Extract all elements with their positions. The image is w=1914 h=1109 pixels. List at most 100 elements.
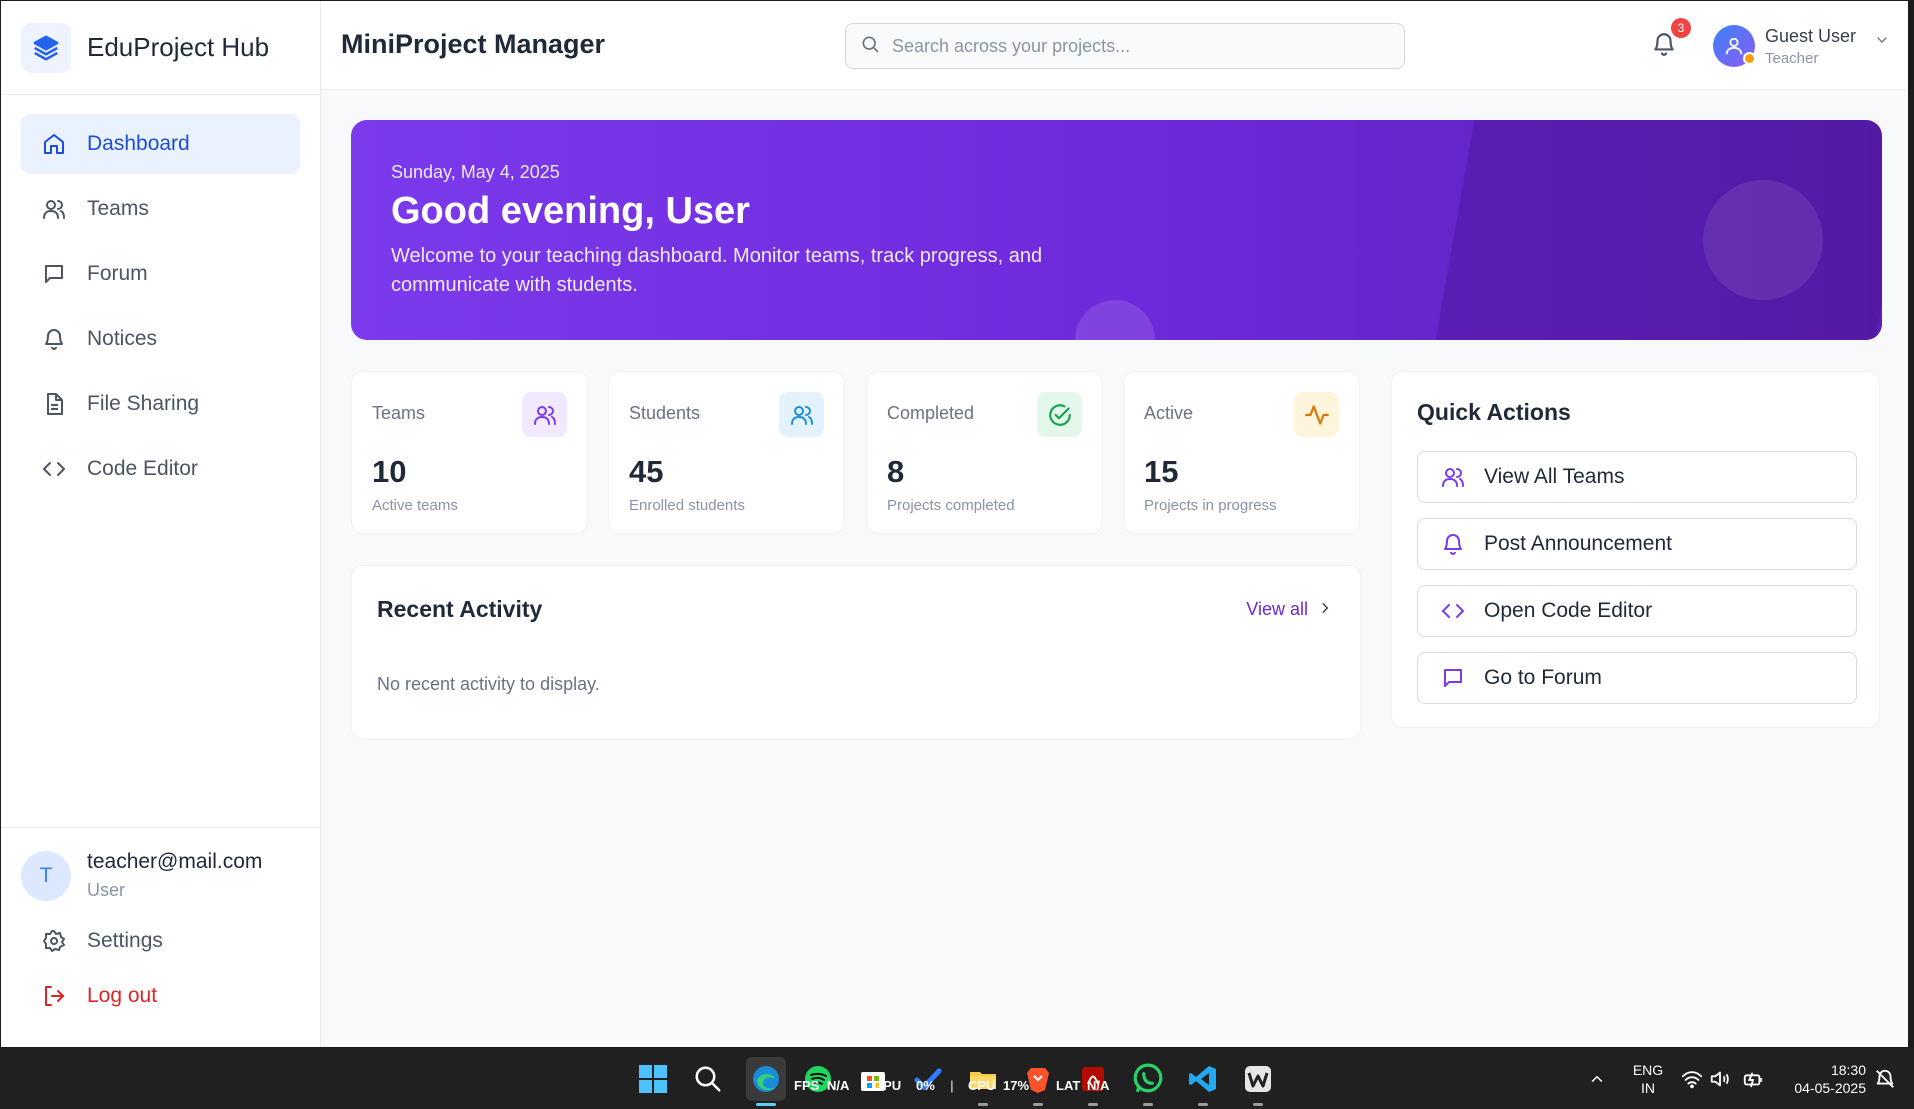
bell-icon bbox=[41, 326, 67, 352]
volume-icon[interactable] bbox=[1703, 1062, 1737, 1096]
sidebar-item-label: Code Editor bbox=[87, 457, 198, 480]
open-app-indicator bbox=[1033, 1103, 1043, 1106]
stat-value: 45 bbox=[629, 454, 664, 489]
clock[interactable]: 18:30 04-05-2025 bbox=[1776, 1061, 1866, 1097]
open-code-editor-button[interactable]: Open Code Editor bbox=[1417, 585, 1857, 637]
latency-label: LAT bbox=[1056, 1078, 1081, 1093]
view-all-teams-button[interactable]: View All Teams bbox=[1417, 451, 1857, 503]
sidebar-item-code-editor[interactable]: Code Editor bbox=[21, 439, 300, 499]
bell-icon bbox=[1440, 531, 1466, 557]
message-square-icon bbox=[1440, 665, 1466, 691]
sidebar-item-label: Teams bbox=[87, 197, 149, 220]
search-box[interactable] bbox=[845, 23, 1405, 69]
taskbar: FPS N/A GPU 0% | CPU 17% LAT N/A ENG IN … bbox=[0, 1048, 1914, 1109]
brand[interactable]: EduProject Hub bbox=[1, 1, 320, 95]
open-app-indicator bbox=[1143, 1103, 1153, 1106]
sidebar-item-teams[interactable]: Teams bbox=[21, 179, 300, 239]
stat-caption: Active teams bbox=[372, 497, 458, 514]
cpu-label: CPU bbox=[968, 1078, 996, 1093]
edge-browser-icon[interactable] bbox=[746, 1057, 786, 1101]
profile-menu[interactable]: Guest User Teacher bbox=[1713, 25, 1890, 67]
sidebar-item-file-sharing[interactable]: File Sharing bbox=[21, 374, 300, 434]
sidebar-item-forum[interactable]: Forum bbox=[21, 244, 300, 304]
sidebar-item-dashboard[interactable]: Dashboard bbox=[21, 114, 300, 174]
button-label: Post Announcement bbox=[1484, 532, 1672, 555]
sidebar-item-label: File Sharing bbox=[87, 392, 200, 415]
sidebar-footer: T teacher@mail.com User Settings Log out bbox=[1, 827, 320, 1047]
stat-label: Completed bbox=[887, 403, 975, 423]
home-icon bbox=[41, 131, 67, 157]
overlay-divider: | bbox=[950, 1078, 954, 1093]
search-icon[interactable] bbox=[691, 1062, 725, 1096]
search-input[interactable] bbox=[892, 35, 1372, 57]
open-app-indicator bbox=[1088, 1103, 1098, 1106]
recent-activity-card: Recent Activity View all No recent activ… bbox=[351, 565, 1361, 740]
settings-label: Settings bbox=[87, 929, 163, 952]
post-announcement-button[interactable]: Post Announcement bbox=[1417, 518, 1857, 570]
users-icon bbox=[41, 196, 67, 222]
sidebar: EduProject Hub Dashboard Teams Forum Not… bbox=[1, 1, 321, 1047]
gpu-label: GPU bbox=[873, 1078, 902, 1093]
welcome-banner: Sunday, May 4, 2025 Good evening, User W… bbox=[351, 120, 1882, 340]
language-code: ENG bbox=[1632, 1062, 1664, 1078]
message-square-icon bbox=[41, 261, 67, 287]
check-circle-icon bbox=[1037, 392, 1082, 437]
users-icon bbox=[522, 392, 567, 437]
stat-label: Active bbox=[1144, 403, 1194, 423]
chevron-up-icon[interactable] bbox=[1580, 1062, 1614, 1096]
brand-name: EduProject Hub bbox=[87, 32, 270, 62]
search-icon bbox=[860, 34, 880, 59]
user-role: User bbox=[87, 880, 126, 900]
code-icon bbox=[1440, 598, 1466, 624]
code-icon bbox=[41, 456, 67, 482]
go-to-forum-button[interactable]: Go to Forum bbox=[1417, 652, 1857, 704]
wps-office-icon[interactable] bbox=[1241, 1062, 1275, 1096]
whatsapp-icon[interactable] bbox=[1131, 1062, 1165, 1096]
region-code: IN bbox=[1641, 1080, 1655, 1096]
banner-greeting: Good evening, User bbox=[391, 190, 750, 232]
avatar: T bbox=[21, 850, 71, 901]
gpu-value: 0% bbox=[916, 1078, 935, 1093]
button-label: Go to Forum bbox=[1484, 666, 1602, 689]
user-email: teacher@mail.com bbox=[87, 850, 263, 873]
stat-label: Students bbox=[629, 403, 701, 423]
logout-icon bbox=[41, 983, 67, 1009]
windows-start-icon[interactable] bbox=[636, 1062, 670, 1096]
app-window: EduProject Hub Dashboard Teams Forum Not… bbox=[0, 0, 1914, 1048]
notification-center-icon[interactable] bbox=[1868, 1062, 1902, 1096]
file-icon bbox=[41, 391, 67, 417]
sidebar-item-label: Dashboard bbox=[87, 132, 190, 155]
stat-card-teams: Teams 10 Active teams bbox=[351, 371, 588, 534]
stat-caption: Projects in progress bbox=[1144, 497, 1277, 514]
sidebar-item-notices[interactable]: Notices bbox=[21, 309, 300, 369]
notification-count-badge: 3 bbox=[1671, 18, 1691, 38]
stat-caption: Enrolled students bbox=[629, 497, 745, 514]
open-app-indicator bbox=[1253, 1103, 1263, 1106]
page-title: MiniProject Manager bbox=[341, 29, 606, 59]
battery-charging-icon[interactable] bbox=[1736, 1062, 1770, 1096]
vscode-icon[interactable] bbox=[1186, 1062, 1220, 1096]
current-user: T teacher@mail.com User bbox=[21, 850, 300, 901]
clock-time: 18:30 bbox=[1830, 1062, 1866, 1078]
quick-actions-card: Quick Actions View All Teams Post Announ… bbox=[1391, 371, 1880, 728]
recent-activity-title: Recent Activity bbox=[377, 596, 543, 622]
status-dot bbox=[1743, 52, 1756, 65]
view-all-link[interactable]: View all bbox=[1246, 599, 1332, 620]
settings-link[interactable]: Settings bbox=[21, 921, 300, 961]
latency-value: N/A bbox=[1087, 1078, 1110, 1093]
stat-value: 8 bbox=[887, 454, 905, 489]
active-app-indicator bbox=[756, 1103, 776, 1106]
banner-circle bbox=[1075, 300, 1155, 340]
view-all-label: View all bbox=[1246, 599, 1308, 619]
layers-logo-icon bbox=[21, 22, 71, 73]
chevron-down-icon bbox=[1874, 32, 1890, 53]
users-icon bbox=[779, 392, 824, 437]
stat-value: 10 bbox=[372, 454, 407, 489]
language-indicator[interactable]: ENG IN bbox=[1628, 1061, 1668, 1097]
open-app-indicator bbox=[1198, 1103, 1208, 1106]
logout-button[interactable]: Log out bbox=[21, 976, 300, 1016]
chevron-right-icon bbox=[1318, 599, 1332, 620]
users-icon bbox=[1440, 464, 1466, 490]
profile-role: Teacher bbox=[1765, 49, 1819, 67]
button-label: Open Code Editor bbox=[1484, 599, 1653, 622]
